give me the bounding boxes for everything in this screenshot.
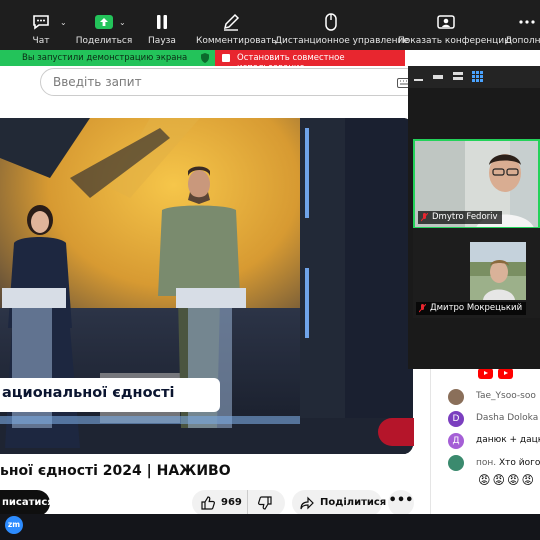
- stop-share-button[interactable]: Остановить совместное использование: [215, 50, 405, 73]
- mic-muted-icon: [419, 304, 426, 313]
- annotate-button[interactable]: Комментировать: [196, 0, 277, 50]
- remote-control-button[interactable]: Дистанционное управление: [275, 0, 409, 50]
- stop-icon: [222, 54, 230, 62]
- chat-message: данюк + дацко: [476, 435, 540, 445]
- participant-panel: Dmytro Fedoriv Дмитро Мокрецький: [408, 66, 540, 369]
- avatar: [448, 389, 464, 405]
- more-label: Дополн: [505, 36, 540, 46]
- chat-author: пон.: [476, 458, 497, 468]
- pause-label: Пауза: [148, 36, 176, 46]
- mouse-icon: [325, 13, 337, 31]
- like-button[interactable]: 969: [192, 490, 248, 516]
- thumbs-down-icon: [258, 496, 272, 510]
- chat-icon: [33, 15, 49, 30]
- share-arrow-icon: [300, 496, 314, 510]
- participant-tile[interactable]: Дмитро Мокрецький: [413, 228, 540, 318]
- live-badge: [378, 418, 414, 446]
- pencil-icon: [223, 13, 240, 31]
- avatar: D: [448, 411, 464, 427]
- shield-icon: [201, 53, 209, 63]
- subscribe-button[interactable]: писатися: [0, 490, 54, 516]
- more-icon: [519, 20, 535, 24]
- participant-name-label: Dmytro Fedoriv: [418, 211, 502, 224]
- sharing-status: Вы запустили демонстрацию экрана: [0, 50, 215, 66]
- chevron-down-icon[interactable]: ⌄: [119, 18, 126, 27]
- remote-control-label: Дистанционное управление: [275, 36, 409, 46]
- pause-icon: [157, 15, 167, 29]
- more-button[interactable]: Дополн: [505, 0, 540, 50]
- reaction-emojis: 😡😡😡😡: [478, 473, 537, 487]
- chat-message: пон. Хто його: [476, 458, 540, 468]
- minimize-icon[interactable]: [414, 72, 424, 82]
- avatar: [448, 455, 464, 471]
- share-label: Поділитися: [320, 497, 387, 508]
- more-actions-button[interactable]: •••: [388, 490, 414, 516]
- panel-header: [408, 66, 540, 88]
- taskbar: [0, 514, 540, 540]
- youtube-icon: [478, 368, 493, 379]
- like-count: 969: [221, 497, 242, 508]
- search-input[interactable]: Введіть запит: [40, 68, 420, 96]
- search-placeholder: Введіть запит: [53, 75, 142, 89]
- chat-text: Хто його: [499, 458, 540, 468]
- youtube-icon: [498, 368, 513, 379]
- pause-button[interactable]: Пауза: [140, 0, 184, 50]
- zoom-app-icon[interactable]: zm: [5, 516, 23, 534]
- share-screen-icon: [95, 15, 113, 29]
- annotate-label: Комментировать: [196, 36, 277, 46]
- grid-view-icon[interactable]: [472, 71, 483, 82]
- chat-text: данюк + дацко: [476, 435, 540, 445]
- chat-author: Dasha Doloka: [476, 413, 539, 423]
- chat-message: Dasha Doloka: [476, 413, 538, 423]
- video-title: ьної єдності 2024 | НАЖИВО: [0, 463, 231, 479]
- participant-name: Dmytro Fedoriv: [432, 212, 498, 222]
- chat-label: Чат: [32, 36, 50, 46]
- participant-name-label: Дмитро Мокрецький: [416, 302, 527, 315]
- avatar: Д: [448, 433, 464, 449]
- strip-view-icon[interactable]: [453, 71, 463, 81]
- thumbs-up-icon: [201, 496, 215, 510]
- participant-tile[interactable]: Dmytro Fedoriv: [413, 139, 540, 229]
- show-meeting-icon: [437, 15, 455, 29]
- chat-author: Tae_Ysoo-soo: [476, 391, 536, 401]
- share-screen-label: Поделиться: [75, 36, 133, 46]
- lower-third-banner: ационaльної єдності: [0, 378, 220, 412]
- zoom-toolbar: Чат ⌄ Поделиться ⌄ Пауза Комментировать …: [0, 0, 540, 50]
- show-meeting-label: Показать конференцию: [398, 36, 512, 46]
- dislike-button[interactable]: [252, 490, 282, 516]
- mic-muted-icon: [421, 213, 428, 222]
- lower-third-text: ационaльної єдності: [2, 385, 175, 401]
- share-button[interactable]: Поділитися: [292, 490, 386, 516]
- show-meeting-button[interactable]: Показать конференцию: [398, 0, 512, 50]
- chevron-down-icon[interactable]: ⌄: [60, 18, 67, 27]
- share-status-bar: Вы запустили демонстрацию экрана Останов…: [0, 50, 405, 73]
- participant-name: Дмитро Мокрецький: [430, 303, 523, 313]
- sharing-status-text: Вы запустили демонстрацию экрана: [22, 53, 188, 63]
- subscribe-label: писатися: [2, 497, 54, 508]
- chat-message: Tae_Ysoo-soo: [476, 391, 536, 401]
- like-dislike-group: 969: [192, 490, 285, 516]
- single-view-icon[interactable]: [433, 72, 443, 82]
